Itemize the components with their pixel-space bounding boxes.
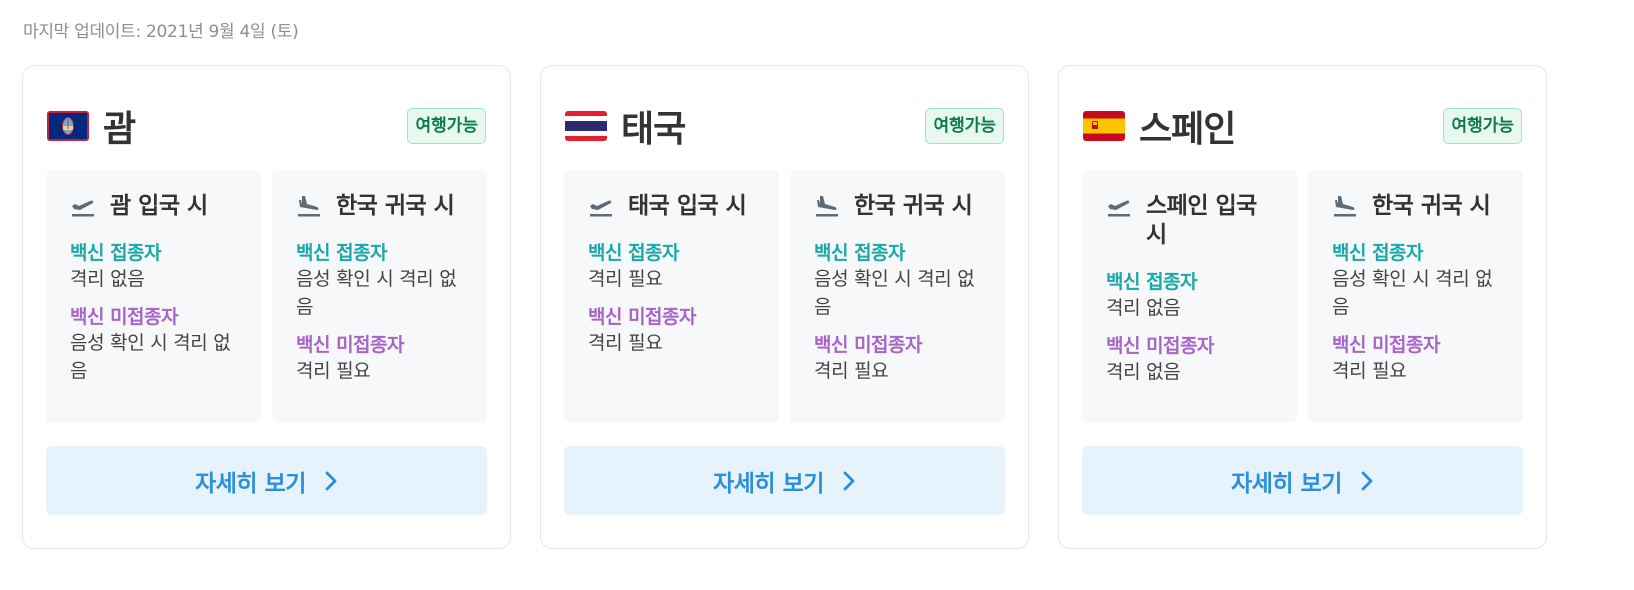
return-title: 한국 귀국 시 [296,192,469,221]
plane-takeoff-icon [72,200,94,217]
travel-status-badge: 여행가능 [1443,108,1522,144]
view-details-label: 자세히 보기 [1231,470,1342,497]
vaccinated-value: 음성 확인 시 격리 없음 [814,268,975,318]
spain-flag-icon [1083,111,1125,141]
last-updated-text: 마지막 업데이트: 2021년 9월 4일 (토) [23,22,299,42]
vaccinated-label: 백신 접종자 [588,242,680,264]
guam-flag-icon [47,111,89,141]
card-header: 괌 여행가능 [47,106,486,150]
return-panel: 한국 귀국 시 백신 접종자 음성 확인 시 격리 없음 백신 미접종자 격리 … [272,170,487,423]
unvaccinated-label: 백신 미접종자 [588,306,697,328]
vaccinated-label: 백신 접종자 [814,242,906,264]
return-panel: 한국 귀국 시 백신 접종자 음성 확인 시 격리 없음 백신 미접종자 격리 … [1308,170,1523,423]
entry-panel: 스페인 입국 시 백신 접종자 격리 없음 백신 미접종자 격리 없음 [1082,170,1297,423]
unvaccinated-value: 격리 필요 [588,332,663,354]
country-card-guam: 괌 여행가능 괌 입국 시 백신 접종자 격리 없음 백신 미접종자 음성 확인… [22,65,511,549]
unvaccinated-label: 백신 미접종자 [1106,335,1215,357]
plane-landing-icon [816,196,838,217]
country-name: 태국 [621,109,686,150]
unvaccinated-value: 격리 필요 [814,360,889,382]
chevron-right-icon [325,471,337,490]
unvaccinated-label: 백신 미접종자 [1332,334,1441,356]
country-name: 괌 [103,109,136,150]
country-name: 스페인 [1139,109,1236,150]
unvaccinated-label: 백신 미접종자 [296,334,405,356]
return-panel: 한국 귀국 시 백신 접종자 음성 확인 시 격리 없음 백신 미접종자 격리 … [790,170,1005,423]
unvaccinated-value: 격리 없음 [1106,361,1181,383]
vaccinated-label: 백신 접종자 [1332,242,1424,264]
card-header: 태국 여행가능 [565,106,1004,150]
travel-status-badge: 여행가능 [407,108,486,144]
entry-title: 괌 입국 시 [70,192,243,221]
unvaccinated-label: 백신 미접종자 [814,334,923,356]
country-card-spain: 스페인 여행가능 스페인 입국 시 백신 접종자 격리 없음 백신 미접종자 격… [1058,65,1547,549]
entry-title-text: 스페인 입국 시 [1146,193,1257,248]
vaccinated-label: 백신 접종자 [296,242,388,264]
rule-panels: 태국 입국 시 백신 접종자 격리 필요 백신 미접종자 격리 필요 한국 귀국… [564,170,1005,423]
thailand-flag-icon [565,111,607,141]
return-title-text: 한국 귀국 시 [854,193,973,219]
travel-status-badge: 여행가능 [925,108,1004,144]
rule-panels: 괌 입국 시 백신 접종자 격리 없음 백신 미접종자 음성 확인 시 격리 없… [46,170,487,423]
country-card-thailand: 태국 여행가능 태국 입국 시 백신 접종자 격리 필요 백신 미접종자 격리 … [540,65,1029,549]
vaccinated-label: 백신 접종자 [70,242,162,264]
vaccinated-value: 격리 없음 [70,268,145,290]
entry-title: 스페인 입국 시 [1106,192,1279,250]
entry-title-text: 태국 입국 시 [628,193,747,219]
plane-landing-icon [1334,196,1356,217]
return-title-text: 한국 귀국 시 [1372,193,1491,219]
vaccinated-label: 백신 접종자 [1106,271,1198,293]
view-details-button[interactable]: 자세히 보기 [46,446,487,515]
card-header: 스페인 여행가능 [1083,106,1522,150]
vaccinated-value: 음성 확인 시 격리 없음 [1332,268,1493,318]
return-title-text: 한국 귀국 시 [336,193,455,219]
rule-panels: 스페인 입국 시 백신 접종자 격리 없음 백신 미접종자 격리 없음 한국 귀… [1082,170,1523,423]
view-details-label: 자세히 보기 [195,470,306,497]
unvaccinated-value: 격리 필요 [1332,360,1407,382]
vaccinated-value: 격리 없음 [1106,297,1181,319]
vaccinated-value: 음성 확인 시 격리 없음 [296,268,457,318]
unvaccinated-value: 격리 필요 [296,360,371,382]
view-details-button[interactable]: 자세히 보기 [1082,446,1523,515]
unvaccinated-label: 백신 미접종자 [70,306,179,328]
view-details-label: 자세히 보기 [713,470,824,497]
chevron-right-icon [843,471,855,490]
entry-title-text: 괌 입국 시 [110,193,208,219]
return-title: 한국 귀국 시 [814,192,987,221]
return-title: 한국 귀국 시 [1332,192,1505,221]
entry-panel: 태국 입국 시 백신 접종자 격리 필요 백신 미접종자 격리 필요 [564,170,779,423]
chevron-right-icon [1361,471,1373,490]
plane-takeoff-icon [1108,200,1130,217]
entry-title: 태국 입국 시 [588,192,761,221]
plane-landing-icon [298,196,320,217]
vaccinated-value: 격리 필요 [588,268,663,290]
plane-takeoff-icon [590,200,612,217]
view-details-button[interactable]: 자세히 보기 [564,446,1005,515]
country-card-list: 괌 여행가능 괌 입국 시 백신 접종자 격리 없음 백신 미접종자 음성 확인… [22,65,1547,549]
entry-panel: 괌 입국 시 백신 접종자 격리 없음 백신 미접종자 음성 확인 시 격리 없… [46,170,261,423]
unvaccinated-value: 음성 확인 시 격리 없음 [70,332,231,382]
